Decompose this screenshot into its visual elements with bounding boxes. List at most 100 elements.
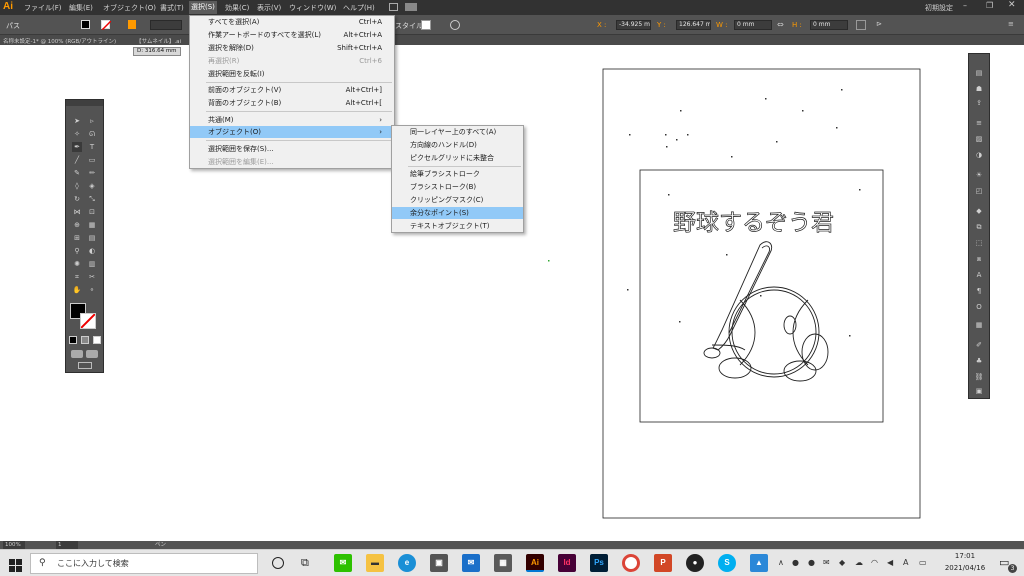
photos-icon[interactable]: ▲ xyxy=(750,554,768,572)
artboard-tool-icon[interactable]: ⌗ xyxy=(72,272,82,282)
close-button[interactable]: ✕ xyxy=(1008,0,1016,10)
hand-tool-icon[interactable]: ✋ xyxy=(72,285,82,295)
character-icon[interactable]: A xyxy=(974,270,984,280)
menu-inverse[interactable]: 選択範囲を反転(I) xyxy=(190,68,394,80)
tray-qq2-icon[interactable]: ● xyxy=(808,558,815,567)
wifi-icon[interactable]: ◠ xyxy=(871,558,878,567)
edge-icon[interactable]: e xyxy=(398,554,416,572)
asset-export-icon[interactable]: ⇪ xyxy=(974,98,984,108)
scale-tool-icon[interactable]: ⤡ xyxy=(87,194,97,204)
stroke-weight-field[interactable] xyxy=(150,20,182,30)
menu-edit[interactable]: 編集(E) xyxy=(69,3,93,13)
file-explorer-icon[interactable]: ▬ xyxy=(366,554,384,572)
align-icon[interactable]: ⧈ xyxy=(974,254,984,264)
artboard-number-field[interactable]: 1 xyxy=(56,541,78,549)
menu-next-object-above[interactable]: 前面のオブジェクト(V) Alt+Ctrl+] xyxy=(190,84,394,96)
gradient-panel-icon[interactable]: ▨ xyxy=(974,134,984,144)
paragraph-icon[interactable]: ¶ xyxy=(974,286,984,296)
task-view-icon[interactable]: ⧉ xyxy=(301,556,309,570)
symbols-icon[interactable]: ♣ xyxy=(974,356,984,366)
links-icon[interactable]: ⛓ xyxy=(974,372,984,382)
color-mode-icon[interactable] xyxy=(69,336,77,344)
menu-type[interactable]: 書式(T) xyxy=(160,3,184,13)
fill-swatch[interactable] xyxy=(81,20,90,29)
workspace-switcher[interactable]: 初期設定 xyxy=(925,3,953,13)
tools-panel-header[interactable] xyxy=(66,100,103,106)
link-proportions-icon[interactable]: ⇔ xyxy=(777,20,784,29)
menu-same[interactable]: 共通(M) › xyxy=(190,114,394,126)
mesh-tool-icon[interactable]: ⊞ xyxy=(72,233,82,243)
submenu-brush-strokes[interactable]: ブラシストローク(B) xyxy=(392,181,523,193)
graph-tool-icon[interactable]: ▥ xyxy=(87,259,97,269)
minimize-button[interactable]: – xyxy=(963,1,967,10)
submenu-direction-handles[interactable]: 方向線のハンドル(D) xyxy=(392,139,523,151)
ime-indicator[interactable]: A xyxy=(903,558,908,567)
volume-icon[interactable]: ◀ xyxy=(887,558,893,567)
draw-mode-icon[interactable] xyxy=(71,350,83,358)
submenu-stray-points[interactable]: 余分なポイント(S) xyxy=(392,207,523,219)
perspective-grid-tool-icon[interactable]: ▦ xyxy=(87,220,97,230)
shape-builder-tool-icon[interactable]: ⊕ xyxy=(72,220,82,230)
w-field[interactable]: 0 mm xyxy=(734,20,772,30)
photoshop-icon[interactable]: Ps xyxy=(590,554,608,572)
maximize-button[interactable]: ❐ xyxy=(986,1,993,10)
libraries-icon[interactable]: ☗ xyxy=(974,84,984,94)
skype-icon[interactable]: S xyxy=(718,554,736,572)
recolor-icon[interactable] xyxy=(450,20,460,30)
menu-select-all-artboard[interactable]: 作業アートボードのすべてを選択(L) Alt+Ctrl+A xyxy=(190,29,394,41)
free-transform-tool-icon[interactable]: ⊡ xyxy=(87,207,97,217)
windows-start-icon[interactable] xyxy=(9,557,22,572)
isolate-icon[interactable]: ⊳ xyxy=(876,20,882,28)
brushes-icon[interactable]: ✐ xyxy=(974,340,984,350)
tray-wechat-icon[interactable]: ✉ xyxy=(823,558,830,567)
symbol-sprayer-tool-icon[interactable]: ✺ xyxy=(72,259,82,269)
line-tool-icon[interactable]: ╱ xyxy=(72,155,82,165)
menu-object-submenu[interactable]: オブジェクト(O) › xyxy=(190,126,394,138)
layers-icon[interactable]: ◆ xyxy=(974,206,984,216)
transform-icon[interactable] xyxy=(856,20,866,30)
image-trace-icon[interactable]: ▣ xyxy=(974,386,984,396)
qq-icon[interactable]: ● xyxy=(686,554,704,572)
battery-icon[interactable]: ▭ xyxy=(919,558,927,567)
wechat-icon[interactable]: ✉ xyxy=(334,554,352,572)
lasso-tool-icon[interactable]: ᘏ xyxy=(87,129,97,139)
width-tool-icon[interactable]: ⋈ xyxy=(72,207,82,217)
artboards-icon[interactable]: ⧉ xyxy=(974,222,984,232)
none-mode-icon[interactable] xyxy=(93,336,101,344)
eraser-tool-icon[interactable]: ◈ xyxy=(87,181,97,191)
paintbrush-tool-icon[interactable]: ✎ xyxy=(72,168,82,178)
document-tab-1[interactable]: 名称未設定-1* @ 100% (RGB/アウトライン) xyxy=(3,37,116,45)
menu-save-selection[interactable]: 選択範囲を保存(S)... xyxy=(190,143,394,155)
arrange-documents-icon[interactable] xyxy=(405,3,417,11)
document-tab-2[interactable]: 【サムネイル】.ai xyxy=(136,37,181,45)
rotate-tool-icon[interactable]: ↻ xyxy=(72,194,82,204)
menu-file[interactable]: ファイル(F) xyxy=(24,3,62,13)
gradient-mode-icon[interactable] xyxy=(81,336,89,344)
indesign-icon[interactable]: Id xyxy=(558,554,576,572)
powerpoint-icon[interactable]: P xyxy=(654,554,672,572)
direct-selection-tool-icon[interactable]: ▹ xyxy=(87,116,97,126)
mail-icon[interactable]: ✉ xyxy=(462,554,480,572)
selection-tool-icon[interactable]: ➤ xyxy=(72,116,82,126)
x-field[interactable]: -34.925 m xyxy=(616,20,651,30)
tray-network-icon[interactable]: ☁ xyxy=(855,558,863,567)
stroke-weight-icon[interactable] xyxy=(128,20,136,29)
eyedropper-tool-icon[interactable]: ⚲ xyxy=(72,246,82,256)
menu-window[interactable]: ウィンドウ(W) xyxy=(289,3,336,13)
graphic-style-swatch[interactable] xyxy=(421,20,431,30)
canvas[interactable]: 野球するぞう君 xyxy=(0,45,1024,541)
tray-expand-icon[interactable]: ∧ xyxy=(778,558,784,567)
submenu-text-objects[interactable]: テキストオブジェクト(T) xyxy=(392,220,523,232)
h-field[interactable]: 0 mm xyxy=(810,20,848,30)
graphic-styles-icon[interactable]: ◰ xyxy=(974,186,984,196)
cortana-icon[interactable] xyxy=(272,557,284,569)
type-tool-icon[interactable]: T xyxy=(87,142,97,152)
chrome-icon[interactable] xyxy=(622,554,640,572)
submenu-bristle-brush[interactable]: 絵筆ブラシストローク xyxy=(392,168,523,180)
menu-deselect[interactable]: 選択を解除(D) Shift+Ctrl+A xyxy=(190,42,394,54)
properties-icon[interactable]: ▤ xyxy=(974,68,984,78)
zoom-field[interactable]: 100% xyxy=(3,541,25,549)
menu-select-all[interactable]: すべてを選択(A) Ctrl+A xyxy=(190,16,394,28)
menu-object[interactable]: オブジェクト(O) xyxy=(103,3,156,13)
magic-wand-tool-icon[interactable]: ✧ xyxy=(72,129,82,139)
